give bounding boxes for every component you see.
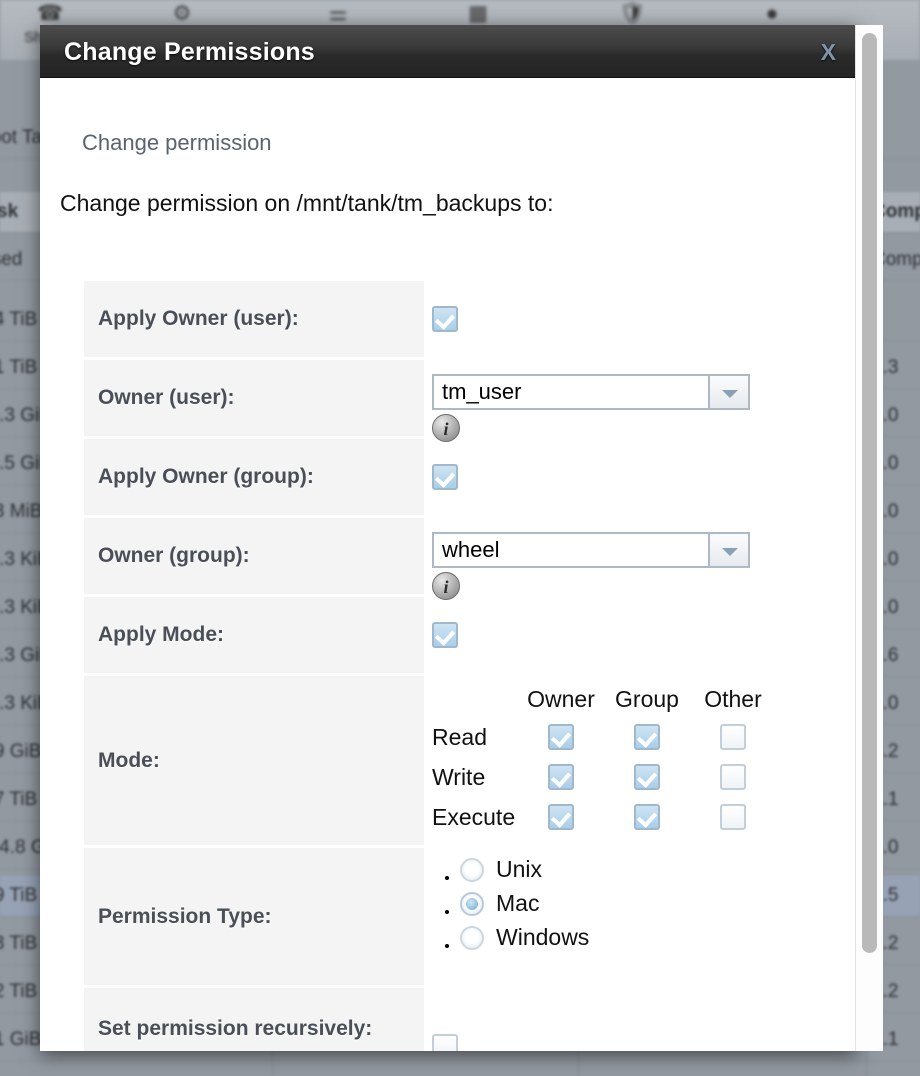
mode-row-label: Read	[432, 724, 487, 750]
owner-user-info-icon[interactable]: i	[432, 414, 460, 442]
write-group-checkbox[interactable]	[634, 764, 660, 790]
mode-row-read: Read	[432, 720, 844, 760]
dialog-body: Change permission Change permission on /…	[40, 78, 858, 1051]
radio-item-windows[interactable]: Windows	[460, 924, 844, 958]
row-apply-mode: Apply Mode:	[84, 597, 844, 673]
execute-other-checkbox[interactable]	[720, 804, 746, 830]
owner-group-combobox	[432, 532, 770, 568]
apply-owner-group-checkbox[interactable]	[432, 464, 458, 490]
permission-type-radio-group: Unix Mac	[432, 848, 844, 958]
radio-label: Unix	[496, 856, 543, 882]
label-owner-user: Owner (user):	[84, 360, 424, 436]
chevron-down-icon[interactable]	[708, 374, 750, 410]
read-owner-checkbox[interactable]	[548, 724, 574, 750]
apply-mode-checkbox[interactable]	[432, 622, 458, 648]
mode-col-group: Group	[615, 686, 679, 712]
write-owner-checkbox[interactable]	[548, 764, 574, 790]
mode-grid-header: Owner Group Other	[432, 686, 844, 720]
execute-group-checkbox[interactable]	[634, 804, 660, 830]
radio-item-mac[interactable]: Mac	[460, 890, 844, 924]
row-apply-owner-user: Apply Owner (user):	[84, 281, 844, 357]
mode-col-owner: Owner	[527, 686, 595, 712]
chevron-down-icon[interactable]	[708, 532, 750, 568]
row-apply-owner-group: Apply Owner (group):	[84, 439, 844, 515]
mode-row-label: Execute	[432, 804, 516, 830]
row-mode: Mode: Owner Group Other Read Write Execu…	[84, 676, 844, 845]
mac-radio[interactable]	[460, 891, 484, 916]
write-other-checkbox[interactable]	[720, 764, 746, 790]
owner-group-info-icon[interactable]: i	[432, 572, 460, 600]
label-apply-owner-group: Apply Owner (group):	[84, 439, 424, 515]
mode-row-label: Write	[432, 764, 486, 790]
owner-user-combobox	[432, 374, 770, 410]
label-owner-group: Owner (group):	[84, 518, 424, 594]
row-set-permission-recursively: Set permission recursively:	[84, 988, 844, 1051]
owner-group-input[interactable]	[432, 532, 708, 568]
row-owner-group: Owner (group): i	[84, 518, 844, 600]
set-permission-recursively-checkbox[interactable]	[432, 1034, 458, 1051]
label-set-permission-recursively: Set permission recursively:	[84, 988, 424, 1051]
dialog-title: Change Permissions	[64, 38, 315, 66]
gear-icon: ⚙	[172, 2, 192, 25]
form-legend: Change permission	[82, 130, 272, 155]
mode-col-other: Other	[704, 686, 762, 712]
apply-owner-user-checkbox[interactable]	[432, 306, 458, 332]
form-intro-text: Change permission on /mnt/tank/tm_backup…	[60, 190, 554, 216]
phone-icon: ☎	[37, 2, 64, 25]
scrollbar-thumb[interactable]	[862, 33, 877, 953]
close-icon[interactable]: X	[821, 39, 836, 66]
plug-icon: ⚌	[328, 2, 348, 25]
execute-owner-checkbox[interactable]	[548, 804, 574, 830]
owner-user-input[interactable]	[432, 374, 708, 410]
radio-item-unix[interactable]: Unix	[460, 856, 844, 890]
wand-icon: ●	[765, 2, 779, 25]
dialog-scrollbar[interactable]	[855, 25, 883, 1051]
label-mode: Mode:	[84, 676, 424, 845]
read-other-checkbox[interactable]	[720, 724, 746, 750]
label-apply-mode: Apply Mode:	[84, 597, 424, 673]
label-apply-owner-user: Apply Owner (user):	[84, 281, 424, 357]
mode-row-write: Write	[432, 760, 844, 800]
change-permissions-dialog: Change Permissions X Change permission C…	[40, 25, 858, 1051]
read-group-checkbox[interactable]	[634, 724, 660, 750]
dialog-titlebar: Change Permissions X	[40, 25, 858, 78]
mode-permission-grid: Owner Group Other Read Write Execute	[432, 676, 844, 840]
windows-radio[interactable]	[460, 925, 484, 950]
jail-icon: ▦	[468, 2, 488, 25]
shield-icon: 🛡	[619, 2, 646, 25]
permissions-form: Apply Owner (user): Owner (user): i	[84, 281, 844, 1051]
label-permission-type: Permission Type:	[84, 848, 424, 985]
row-owner-user: Owner (user): i	[84, 360, 844, 442]
unix-radio[interactable]	[460, 857, 484, 882]
radio-label: Mac	[496, 890, 540, 916]
radio-label: Windows	[496, 924, 590, 950]
row-permission-type: Permission Type: Unix	[84, 848, 844, 985]
mode-row-execute: Execute	[432, 800, 844, 840]
